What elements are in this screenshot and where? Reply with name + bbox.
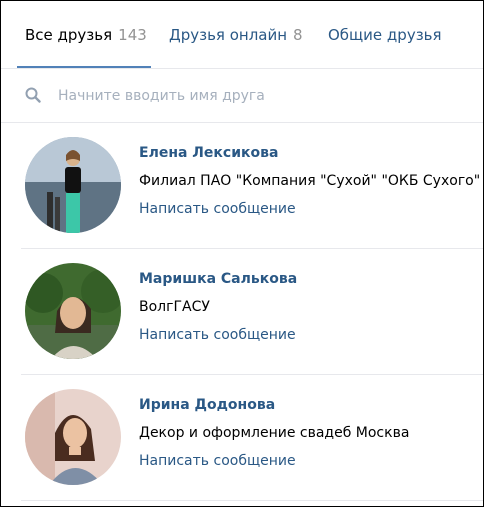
- avatar[interactable]: [25, 263, 121, 359]
- tab-label: Друзья онлайн: [169, 26, 288, 44]
- avatar[interactable]: [25, 389, 121, 485]
- friend-info: ВолгГАСУ: [139, 299, 210, 315]
- avatar[interactable]: [25, 137, 121, 233]
- tab-count: 8: [293, 26, 303, 44]
- send-message-link[interactable]: Написать сообщение: [139, 201, 296, 217]
- friend-name[interactable]: Маришка Салькова: [139, 271, 297, 287]
- friend-row: Елена Лексикова Филиал ПАО "Компания "Су…: [1, 123, 483, 249]
- friend-name[interactable]: Елена Лексикова: [139, 145, 278, 161]
- search-bar: [1, 69, 483, 123]
- tab-bar: Все друзья 143 Друзья онлайн 8 Общие друзь…: [1, 1, 483, 69]
- tab-friends-online[interactable]: Друзья онлайн 8: [169, 1, 303, 69]
- active-tab-indicator: [17, 66, 151, 68]
- search-input[interactable]: [58, 83, 458, 109]
- send-message-link[interactable]: Написать сообщение: [139, 327, 296, 343]
- tab-mutual-friends[interactable]: Общие друзья: [328, 1, 442, 69]
- send-message-link[interactable]: Написать сообщение: [139, 453, 296, 469]
- friend-info: Декор и оформление свадеб Москва: [139, 425, 410, 441]
- divider: [21, 500, 483, 501]
- tab-all-friends[interactable]: Все друзья 143: [25, 1, 147, 69]
- friend-info: Филиал ПАО "Компания "Сухой" "ОКБ Сухого…: [139, 173, 481, 189]
- tab-count: 143: [118, 26, 147, 44]
- tab-label: Общие друзья: [328, 26, 442, 44]
- friends-panel: Все друзья 143 Друзья онлайн 8 Общие друзь…: [0, 0, 484, 507]
- friend-row: Маришка Салькова ВолгГАСУ Написать сообщ…: [1, 249, 483, 375]
- tab-label: Все друзья: [25, 26, 113, 44]
- search-icon[interactable]: [25, 87, 41, 103]
- friend-name[interactable]: Ирина Додонова: [139, 397, 275, 413]
- friend-row: Ирина Додонова Декор и оформление свадеб…: [1, 375, 483, 501]
